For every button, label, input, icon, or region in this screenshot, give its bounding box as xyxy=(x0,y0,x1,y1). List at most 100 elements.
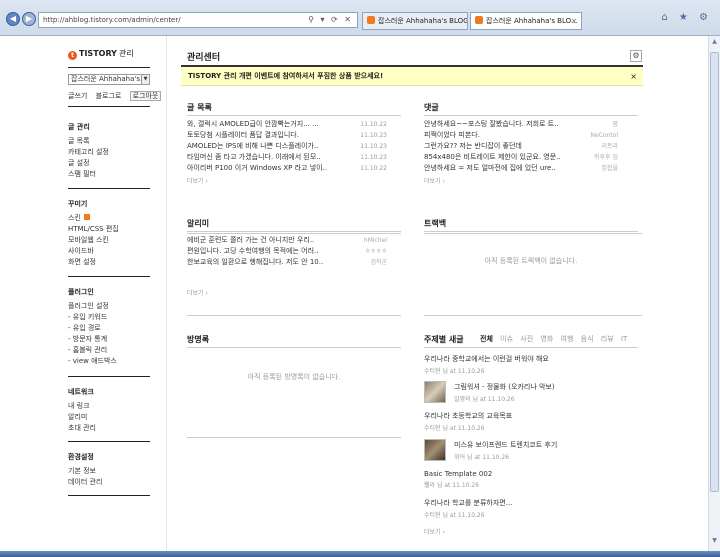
feed-item[interactable]: Basic Template 002 웰라 님 at 11.10.26 xyxy=(424,470,638,489)
sidebar-item-mobile-skin[interactable]: 모바일웹 스킨 xyxy=(68,235,158,246)
feed-meta: 일영의 님 at 11.10.26 xyxy=(454,396,515,403)
browser-toolbar: ◀ ▶ http://ahblog.tistory.com/admin/cent… xyxy=(0,0,720,36)
feed-meta: 웰라 님 at 11.10.26 xyxy=(424,482,480,489)
list-item[interactable]: 편원입니다. 고당 수학여행의 목적에는 어러.. ㅎㅎㅎㅎ xyxy=(187,246,401,257)
write-link[interactable]: 글쓰기 xyxy=(68,92,87,100)
close-icon[interactable]: × xyxy=(630,67,637,86)
sidebar-item-homeboll[interactable]: - 홈볼릭 관리 xyxy=(68,345,158,356)
sidebar-divider xyxy=(68,495,150,496)
list-item[interactable]: AMOLED는 IPS에 비해 나쁜 디스플레이가.. 11.10.23 xyxy=(187,141,401,152)
feed-thumbnail[interactable] xyxy=(424,439,446,461)
tistory-logo[interactable]: t TISTORY 관리 xyxy=(68,48,134,60)
comment-text: 안녕하세요 = 저도 얼마전에 집에 있던 ure.. xyxy=(424,164,556,172)
list-item[interactable]: 아이리버 P100 이거 Windows XP 라고 넣이.. 11.10.22 xyxy=(187,163,401,174)
feed-more[interactable]: 더보기 › xyxy=(424,525,638,536)
list-item[interactable]: 토토당첨 시플레이터 품답 결과입니다. 11.10.23 xyxy=(187,130,401,141)
list-item[interactable]: 안녕하세요 = 저도 얼마전에 집에 있던 ure.. 집합을 xyxy=(424,163,638,174)
alert-author: ㅎㅎㅎㅎ xyxy=(364,248,387,255)
more-link[interactable]: 더보기 › xyxy=(187,288,401,297)
list-item[interactable]: 그런가요?? 저는 반디잡이 좋던데 리트라 xyxy=(424,141,638,152)
sidebar-item-post-list[interactable]: 글 목록 xyxy=(68,136,158,147)
feed-title: 우리나라 학교를 분류하자면... xyxy=(424,499,513,507)
sidebar-item-category[interactable]: 카테고리 설정 xyxy=(68,147,158,158)
feed-meta: 수티현 님 at 11.10.26 xyxy=(424,512,485,519)
browser-tab-1[interactable]: 잡스러운 Ahhahaha's BLOG ... xyxy=(362,12,468,30)
post-title: 타임머신 좀 타고 가겠습니다. 이래에서 된모.. xyxy=(187,153,321,161)
list-item[interactable]: 에비군 훈련도 쫄러 가는 건 아니지만 우리.. hMichel xyxy=(187,235,401,246)
comment-author: 뒤후후 임 xyxy=(594,154,618,161)
feed-item[interactable]: 우리나라 중학교에서는 이런걸 버워야 해요 수티현 님 at 11.10.26 xyxy=(424,354,638,375)
sidebar-item-data-management[interactable]: 데이터 관리 xyxy=(68,477,158,488)
more-link[interactable]: 더보기 › xyxy=(424,176,638,185)
comment-text: 854x480은 비트레이트 제한이 있군요. 영문.. xyxy=(424,153,561,161)
sidebar-item-post-settings[interactable]: 글 설정 xyxy=(68,158,158,169)
feed-item[interactable]: 그림워셔 - 정물화 (오카리나 악보) 일영의 님 at 11.10.26 xyxy=(454,382,644,403)
vertical-scrollbar[interactable]: ▲ ▼ xyxy=(708,36,720,551)
sidebar-item-spam-filter[interactable]: 스팸 필터 xyxy=(68,169,158,180)
feed-thumbnail[interactable] xyxy=(424,381,446,403)
logo-admin: 관리 xyxy=(118,49,134,58)
browser-tab-2[interactable]: 잡스러운 Ahhahaha's BLO... × xyxy=(470,12,582,30)
tab-photo[interactable]: 사진 xyxy=(520,335,533,343)
home-favorites-settings-icon[interactable]: ⌂ ★ ⚙ xyxy=(661,12,712,23)
back-button[interactable]: ◀ xyxy=(6,12,20,26)
list-item[interactable]: 854x480은 비트레이트 제한이 있군요. 영문.. 뒤후후 임 xyxy=(424,152,638,163)
sidebar-group-plugins: 플러그인 플러그인 설정 - 유입 키워드 - 유입 경로 - 방문자 통계 -… xyxy=(68,287,158,367)
tab-it[interactable]: IT xyxy=(621,335,627,343)
tab-label: 잡스러운 Ahhahaha's BLO... xyxy=(486,17,578,25)
list-item[interactable]: 한보교육의 일환으로 행해집니다. 저도 안 10.. 검학군 xyxy=(187,257,401,268)
more-link[interactable]: 더보기 › xyxy=(424,527,638,536)
list-item[interactable]: 와, 갤럭시 AMOLED급이 안깜빡는거지... ... 11.10.22 xyxy=(187,119,401,130)
alerts-panel: 알리미 에비군 훈련도 쫄러 가는 건 아니지만 우리.. hMichel 편원입… xyxy=(187,218,401,297)
sidebar-item-plugin-settings[interactable]: 플러그인 설정 xyxy=(68,301,158,312)
section-divider xyxy=(424,315,642,316)
go-blog-link[interactable]: 블로그로 xyxy=(96,92,122,100)
list-item[interactable]: 안녕하세요~~포스팅 잘봤습니다. 저희로 트.. 뭄 xyxy=(424,119,638,130)
gear-icon[interactable]: ⚙ xyxy=(630,50,642,62)
scrollbar-thumb[interactable] xyxy=(710,52,719,492)
scroll-up-icon[interactable]: ▲ xyxy=(710,38,719,50)
feed-item[interactable]: 우리나라 학교를 분류하자면... 수티현 님 at 11.10.26 xyxy=(424,498,638,519)
sidebar-item-invites[interactable]: 초대 관리 xyxy=(68,423,158,434)
sidebar-item-alerts[interactable]: 알리미 xyxy=(68,412,158,423)
sidebar-item-label: 스킨 xyxy=(68,214,81,222)
tab-close-icon[interactable]: × xyxy=(571,13,577,29)
post-date: 11.10.22 xyxy=(360,165,387,172)
feed-item[interactable]: 우리나라 초등학교의 교육목표 수티현 님 at 11.10.26 xyxy=(424,411,638,432)
sidebar-item-view-adbox[interactable]: - view 애드박스 xyxy=(68,356,158,367)
topic-tabs: 전체 이슈 사진 영화 여행 음식 리뷰 IT xyxy=(480,334,632,344)
tab-review[interactable]: 리뷰 xyxy=(601,335,614,343)
forward-button[interactable]: ▶ xyxy=(22,12,36,26)
sidebar-item-visitor-stats[interactable]: - 방문자 통계 xyxy=(68,334,158,345)
tab-all[interactable]: 전체 xyxy=(480,335,493,343)
tab-issue[interactable]: 이슈 xyxy=(500,335,513,343)
empty-message: 아직 등록된 방명록이 없습니다. xyxy=(247,373,341,381)
feed-item[interactable]: 미스유 보이프렌드 트렌치코트 후기 위어 님 at 11.10.26 xyxy=(454,440,644,461)
tab-travel[interactable]: 여행 xyxy=(561,335,574,343)
logout-button[interactable]: 로그아웃 xyxy=(129,91,162,101)
list-item[interactable]: 타임머신 좀 타고 가겠습니다. 이래에서 된모.. 11.10.23 xyxy=(187,152,401,163)
list-item[interactable]: 피쩍이었다 피본다. NeContol xyxy=(424,130,638,141)
sidebar-item-skin[interactable]: 스킨 xyxy=(68,213,158,224)
sidebar: t TISTORY 관리 잡스러운 Ahhahaha's... ▼ 글쓰기 블로그로… xyxy=(0,36,167,551)
sidebar-item-inflow-path[interactable]: - 유입 경로 xyxy=(68,323,158,334)
sidebar-item-inflow-keyword[interactable]: - 유입 키워드 xyxy=(68,312,158,323)
sidebar-item-basic-info[interactable]: 기본 정보 xyxy=(68,466,158,477)
notice-text: TISTORY 관리 개편 이벤트에 참여하셔서 푸짐한 상품 받으세요! xyxy=(188,72,384,80)
sidebar-item-html-css[interactable]: HTML/CSS 편집 xyxy=(68,224,158,235)
event-notice-banner[interactable]: TISTORY 관리 개편 이벤트에 참여하셔서 푸짐한 상품 받으세요! × xyxy=(181,65,643,86)
scroll-down-icon[interactable]: ▼ xyxy=(710,537,719,549)
tab-movie[interactable]: 영화 xyxy=(540,335,553,343)
address-bar[interactable]: http://ahblog.tistory.com/admin/center/ … xyxy=(38,12,358,28)
address-icons[interactable]: ⚲ ▾ ⟳ ✕ xyxy=(308,13,353,27)
sidebar-item-sidebar[interactable]: 사이드바 xyxy=(68,246,158,257)
taskbar xyxy=(0,551,720,557)
post-date: 11.10.23 xyxy=(360,143,387,150)
sidebar-item-screen-settings[interactable]: 화면 설정 xyxy=(68,257,158,268)
blog-select[interactable]: 잡스러운 Ahhahaha's... ▼ xyxy=(68,74,150,85)
more-link[interactable]: 더보기 › xyxy=(187,176,401,185)
feed-title: 그림워셔 - 정물화 (오카리나 악보) xyxy=(454,383,555,391)
tab-food[interactable]: 음식 xyxy=(581,335,594,343)
sidebar-item-my-links[interactable]: 내 링크 xyxy=(68,401,158,412)
posts-panel: 글 목록 와, 갤럭시 AMOLED급이 안깜빡는거지... ... 11.10.… xyxy=(187,102,401,185)
